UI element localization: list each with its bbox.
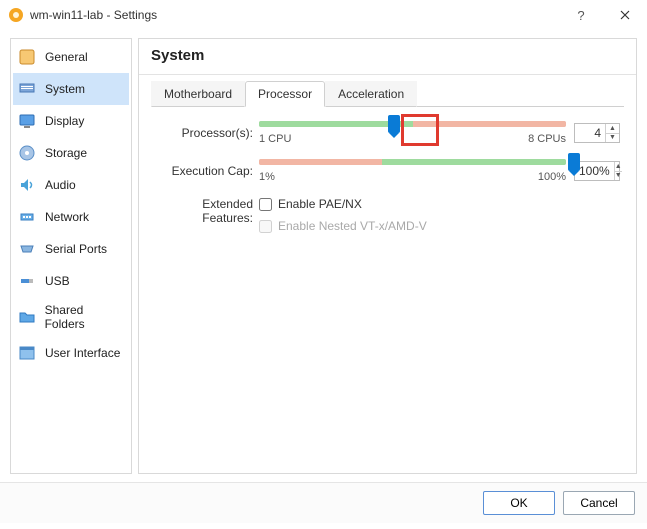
title-bar: wm-win11-lab - Settings ? bbox=[0, 0, 647, 30]
processor-slider[interactable]: 1 CPU 8 CPUs bbox=[259, 121, 574, 145]
tab-processor[interactable]: Processor bbox=[245, 81, 325, 107]
app-icon bbox=[8, 7, 24, 23]
execcap-min: 1% bbox=[259, 171, 275, 183]
execcap-slider[interactable]: 1% 100% bbox=[259, 159, 574, 183]
cancel-button[interactable]: Cancel bbox=[563, 491, 635, 515]
serial-icon bbox=[17, 239, 37, 259]
execcap-label: Execution Cap: bbox=[155, 164, 259, 178]
nested-checkbox-input bbox=[259, 220, 272, 233]
pae-label: Enable PAE/NX bbox=[278, 197, 362, 211]
processor-slider-thumb[interactable] bbox=[388, 115, 400, 133]
sidebar-item-general[interactable]: General bbox=[13, 41, 129, 73]
nested-label: Enable Nested VT-x/AMD-V bbox=[278, 219, 427, 233]
tab-motherboard[interactable]: Motherboard bbox=[151, 81, 245, 107]
ok-button[interactable]: OK bbox=[483, 491, 555, 515]
spin-down-icon[interactable]: ▼ bbox=[605, 134, 619, 143]
sidebar-item-label: Display bbox=[45, 114, 84, 128]
execcap-slider-thumb[interactable] bbox=[568, 153, 580, 171]
storage-icon bbox=[17, 143, 37, 163]
sidebar-item-label: Audio bbox=[45, 178, 76, 192]
processor-value[interactable]: 4 bbox=[575, 124, 605, 142]
sidebar-item-system[interactable]: System bbox=[13, 73, 129, 105]
sidebar-item-serial-ports[interactable]: Serial Ports bbox=[13, 233, 129, 265]
ui-icon bbox=[17, 343, 37, 363]
sidebar: General System Display Storage Audio Net… bbox=[10, 38, 132, 474]
spin-up-icon[interactable]: ▲ bbox=[605, 124, 619, 134]
usb-icon bbox=[17, 271, 37, 291]
content-pane: System Motherboard Processor Acceleratio… bbox=[138, 38, 637, 474]
execcap-spinbox[interactable]: 100% ▲▼ bbox=[574, 161, 620, 181]
execcap-value[interactable]: 100% bbox=[575, 162, 614, 180]
sidebar-item-user-interface[interactable]: User Interface bbox=[13, 337, 129, 369]
tab-acceleration[interactable]: Acceleration bbox=[325, 81, 417, 107]
spin-down-icon[interactable]: ▼ bbox=[614, 172, 622, 181]
tab-bar: Motherboard Processor Acceleration bbox=[151, 81, 624, 107]
sidebar-item-audio[interactable]: Audio bbox=[13, 169, 129, 201]
sidebar-item-label: User Interface bbox=[45, 346, 120, 360]
pae-checkbox-input[interactable] bbox=[259, 198, 272, 211]
sidebar-item-storage[interactable]: Storage bbox=[13, 137, 129, 169]
folder-icon bbox=[17, 307, 37, 327]
sidebar-item-network[interactable]: Network bbox=[13, 201, 129, 233]
pae-checkbox[interactable]: Enable PAE/NX bbox=[259, 197, 620, 211]
network-icon bbox=[17, 207, 37, 227]
dialog-footer: OK Cancel bbox=[0, 482, 647, 523]
system-icon bbox=[17, 79, 37, 99]
audio-icon bbox=[17, 175, 37, 195]
display-icon bbox=[17, 111, 37, 131]
sidebar-item-label: Storage bbox=[45, 146, 87, 160]
page-title: System bbox=[151, 47, 624, 64]
extended-label: Extended Features: bbox=[155, 197, 259, 225]
sidebar-item-label: System bbox=[45, 82, 85, 96]
general-icon bbox=[17, 47, 37, 67]
processor-spinbox[interactable]: 4 ▲▼ bbox=[574, 123, 620, 143]
sidebar-item-label: USB bbox=[45, 274, 70, 288]
sidebar-item-label: Network bbox=[45, 210, 89, 224]
execcap-max: 100% bbox=[538, 171, 566, 183]
processor-label: Processor(s): bbox=[155, 126, 259, 140]
close-button[interactable] bbox=[603, 0, 647, 30]
window-title: wm-win11-lab - Settings bbox=[30, 8, 157, 22]
sidebar-item-label: Shared Folders bbox=[45, 303, 125, 331]
sidebar-item-display[interactable]: Display bbox=[13, 105, 129, 137]
nested-checkbox: Enable Nested VT-x/AMD-V bbox=[259, 219, 620, 233]
processor-min: 1 CPU bbox=[259, 133, 291, 145]
sidebar-item-usb[interactable]: USB bbox=[13, 265, 129, 297]
processor-max: 8 CPUs bbox=[528, 133, 566, 145]
help-button[interactable]: ? bbox=[559, 0, 603, 30]
sidebar-item-shared-folders[interactable]: Shared Folders bbox=[13, 297, 129, 337]
sidebar-item-label: Serial Ports bbox=[45, 242, 107, 256]
sidebar-item-label: General bbox=[45, 50, 88, 64]
spin-up-icon[interactable]: ▲ bbox=[614, 162, 622, 172]
